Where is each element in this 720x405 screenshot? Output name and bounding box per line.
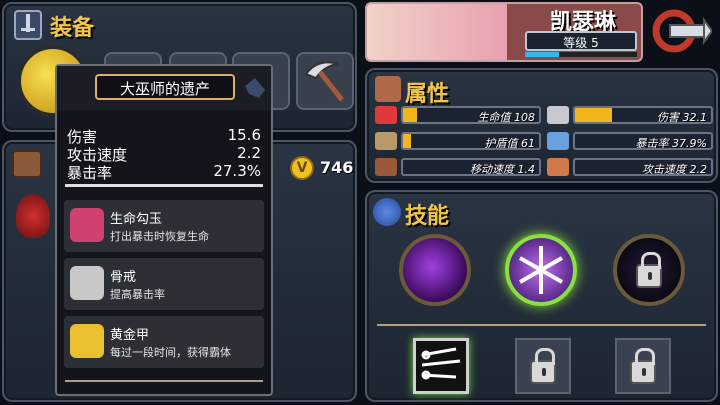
skill-slot-knives[interactable]	[413, 338, 469, 394]
attribute-row-left-0: 生命值 108	[375, 104, 545, 126]
exit-arrow-icon	[652, 9, 714, 53]
attribute-label: 护盾值 61	[484, 137, 536, 150]
attribute-bar: 护盾值 61	[401, 132, 541, 150]
attribute-bar-fill	[403, 108, 417, 122]
perk-description: 每过一段时间，获得霸体	[110, 346, 231, 359]
perk-description: 提高暴击率	[110, 288, 165, 301]
attribute-bar-fill	[403, 134, 412, 148]
attribute-bar: 暴击率 37.9%	[573, 132, 713, 150]
perk-name: 生命勾玉	[110, 212, 163, 227]
eye-icon	[547, 132, 569, 150]
level-label: 等级 5	[563, 36, 599, 50]
attributes-icon	[375, 76, 401, 102]
attribute-row-right-1: 暴击率 37.9%	[547, 130, 717, 152]
snowflake-icon	[519, 246, 563, 294]
knives-icon	[421, 347, 461, 380]
attribute-bar: 攻击速度 2.2	[573, 158, 713, 176]
attribute-label: 伤害 32.1	[657, 111, 707, 124]
tooltip-stat-label: 暴击率	[67, 164, 113, 182]
gold-armor-icon	[70, 324, 104, 358]
skills-panel: 技能	[365, 190, 718, 402]
attribute-bar: 移动速度 1.4	[401, 158, 541, 176]
shield-icon	[375, 132, 397, 150]
skill-orb-locked[interactable]	[613, 234, 685, 306]
item-name: 大巫师的遗产	[119, 80, 210, 98]
attribute-bar: 生命值 108	[401, 106, 541, 124]
bone-ring-icon	[70, 266, 104, 300]
item-tooltip: 大巫师的遗产 伤害 15.6 攻击速度 2.2 暴击率 27.3% 生命勾玉 打出暴击时恢复…	[55, 64, 273, 396]
skills-icon	[373, 198, 401, 226]
attribute-bar-fill	[575, 108, 612, 122]
tooltip-footer-ornament	[65, 380, 263, 382]
level-badge: 等级 5	[525, 31, 637, 51]
skill-orb-void[interactable]	[399, 234, 471, 306]
perk-name: 黄金甲	[110, 328, 150, 343]
character-portrait	[367, 4, 507, 60]
demon-mask-icon	[16, 194, 50, 238]
perk-name: 骨戒	[110, 270, 137, 285]
equipment-slot-scythe[interactable]	[296, 52, 354, 110]
heart-icon	[375, 106, 397, 124]
tooltip-stat-value: 2.2	[237, 144, 261, 162]
equipment-icon	[14, 10, 42, 40]
magatama-icon	[70, 208, 104, 242]
tooltip-stat-row: 暴击率 27.3%	[67, 162, 261, 183]
attribute-row-right-0: 伤害 32.1	[547, 104, 717, 126]
perk-card: 黄金甲每过一段时间，获得霸体	[64, 316, 264, 368]
tooltip-stat-value: 27.3%	[213, 162, 261, 180]
lock-icon	[530, 348, 556, 384]
attributes-panel: 属性 生命值 108 护盾值 61 移动速度 1.4 伤害 32.1 暴击率 37.9%…	[365, 68, 718, 183]
attribute-label: 生命值 108	[477, 111, 536, 124]
lock-icon	[636, 252, 662, 288]
perk-description: 打出暴击时恢复生命	[110, 230, 209, 243]
fist-icon	[547, 158, 569, 176]
attribute-bar: 伤害 32.1	[573, 106, 713, 124]
chest-icon	[12, 150, 42, 178]
scythe-icon	[304, 61, 344, 102]
attribute-label: 移动速度 1.4	[470, 163, 535, 176]
attribute-label: 暴击率 37.9%	[635, 137, 707, 150]
boot-icon	[375, 158, 397, 176]
perk-card: 骨戒 提高暴击率	[64, 258, 264, 310]
item-name-frame: 大巫师的遗产	[95, 74, 235, 100]
tooltip-header: 大巫师的遗产	[57, 66, 271, 110]
exit-button[interactable]	[652, 6, 714, 56]
crow-icon	[245, 78, 265, 98]
attribute-row-right-2: 攻击速度 2.2	[547, 156, 717, 178]
skill-slot-locked-3[interactable]	[615, 338, 671, 394]
equipment-title: 装备	[50, 16, 95, 41]
lock-icon	[630, 348, 656, 384]
tooltip-stat-value: 15.6	[227, 126, 261, 144]
perk-card: 生命勾玉打出暴击时恢复生命	[64, 200, 264, 252]
skills-divider	[377, 324, 706, 326]
level-xp-fill	[525, 52, 559, 57]
skills-title: 技能	[405, 204, 450, 229]
skill-slot-locked-2[interactable]	[515, 338, 571, 394]
sword-icon	[547, 106, 569, 124]
attribute-row-left-1: 护盾值 61	[375, 130, 545, 152]
skill-orb-frost[interactable]	[505, 234, 577, 306]
attribute-row-left-2: 移动速度 1.4	[375, 156, 545, 178]
gold-amount: 746	[320, 158, 354, 177]
level-xp-bar	[525, 52, 637, 57]
coin-icon: V	[290, 156, 314, 180]
tooltip-divider	[65, 184, 263, 187]
attribute-label: 攻击速度 2.2	[642, 163, 707, 176]
